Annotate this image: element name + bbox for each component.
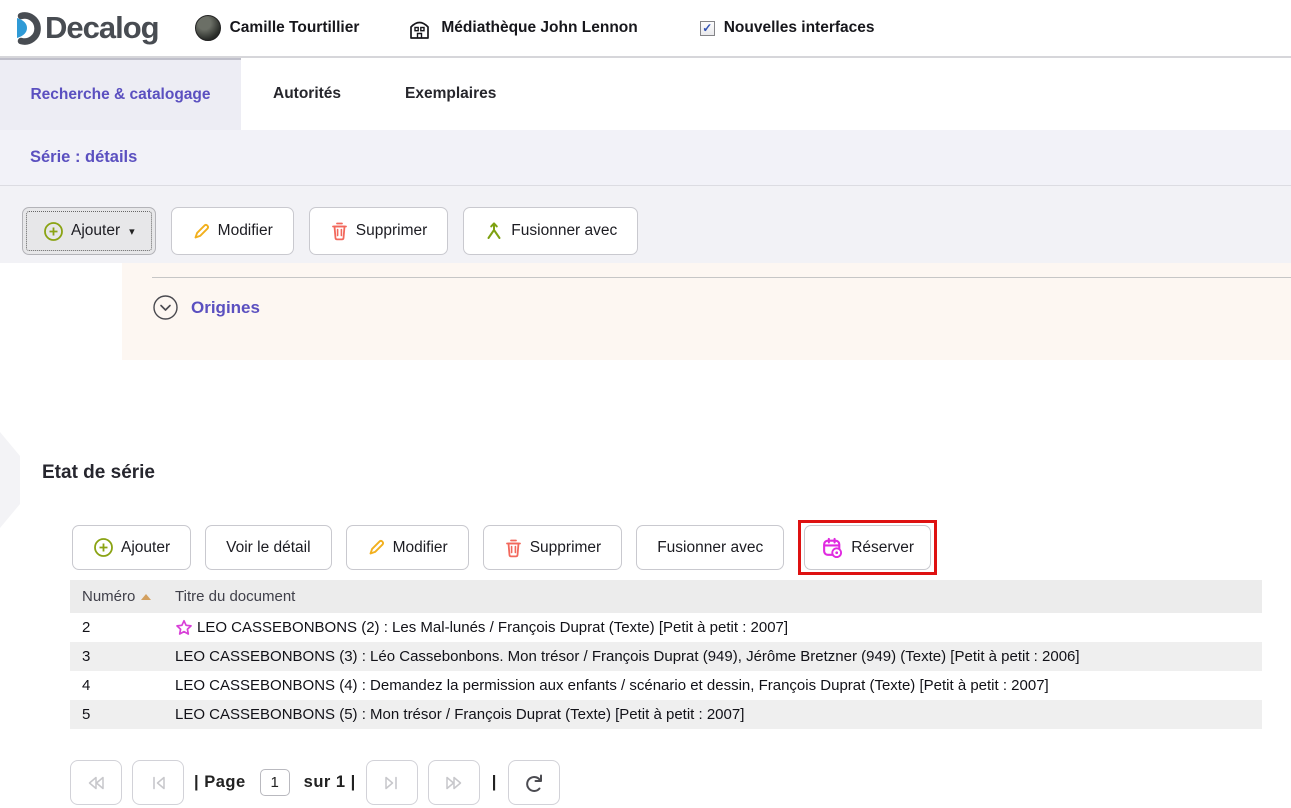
merge-icon — [484, 221, 504, 241]
library-building-icon — [407, 15, 432, 42]
row-titre: LEO CASSEBONBONS (3) : Léo Cassebonbons.… — [175, 648, 1080, 665]
main-tabbar: Recherche & catalogage Autorités Exempla… — [0, 58, 1291, 130]
current-user[interactable]: Camille Tourtillier — [195, 15, 360, 41]
chevron-down-icon: ▾ — [129, 225, 135, 238]
row-numero: 3 — [70, 648, 175, 665]
table-header-row: Numéro Titre du document — [70, 580, 1262, 613]
reserver-label: Réserver — [851, 539, 914, 557]
pagination-bar: | Page sur 1 | | — [70, 760, 1291, 805]
voir-le-detail-button[interactable]: Voir le détail — [205, 525, 331, 570]
page-title-bar: Série : détails — [0, 130, 1291, 186]
library-name: Médiathèque John Lennon — [441, 19, 637, 37]
numero-header-label: Numéro — [82, 588, 135, 605]
row-titre-text: LEO CASSEBONBONS (5) : Mon trésor / Fran… — [175, 706, 744, 723]
plus-circle-icon — [93, 537, 114, 558]
row-titre-text: LEO CASSEBONBONS (2) : Les Mal-lunés / F… — [197, 619, 788, 636]
trash-icon — [330, 221, 349, 241]
user-avatar — [195, 15, 221, 41]
page-label: | Page — [194, 773, 246, 792]
state-supprimer-button[interactable]: Supprimer — [483, 525, 623, 570]
ajouter-dropdown-button[interactable]: Ajouter ▾ — [22, 207, 156, 255]
current-library[interactable]: Médiathèque John Lennon — [407, 15, 637, 42]
last-page-button[interactable] — [428, 760, 480, 805]
next-page-button[interactable] — [366, 760, 418, 805]
arrow-left-bar-icon — [147, 772, 169, 794]
pencil-icon — [367, 538, 386, 557]
logo-text: Decalog — [45, 10, 159, 46]
row-titre: LEO CASSEBONBONS (5) : Mon trésor / Fran… — [175, 706, 744, 723]
row-numero: 2 — [70, 619, 175, 636]
plus-circle-icon — [43, 221, 64, 242]
row-titre: LEO CASSEBONBONS (2) : Les Mal-lunés / F… — [175, 619, 788, 637]
column-header-numero[interactable]: Numéro — [70, 588, 175, 605]
origines-title: Origines — [191, 298, 260, 318]
new-interfaces-checkbox[interactable]: ✓ — [700, 21, 715, 36]
chevron-down-circle-icon — [152, 294, 179, 321]
state-fusionner-button[interactable]: Fusionner avec — [636, 525, 784, 570]
double-arrow-left-icon — [84, 772, 108, 794]
double-arrow-right-icon — [442, 772, 466, 794]
serie-table: Numéro Titre du document 2LEO CASSEBONBO… — [70, 580, 1262, 729]
row-titre: LEO CASSEBONBONS (4) : Demandez la permi… — [175, 677, 1049, 694]
checkbox-check-icon: ✓ — [702, 21, 712, 35]
supprimer-button[interactable]: Supprimer — [309, 207, 449, 255]
state-modifier-label: Modifier — [393, 539, 448, 557]
previous-page-button[interactable] — [132, 760, 184, 805]
modifier-label: Modifier — [218, 222, 273, 240]
collapsed-panel-arrow — [0, 432, 20, 528]
table-row[interactable]: 3LEO CASSEBONBONS (3) : Léo Cassebonbons… — [70, 642, 1262, 671]
origines-separator — [152, 277, 1291, 278]
refresh-icon — [522, 771, 546, 795]
page-count-label: sur 1 | — [304, 773, 356, 792]
first-page-button[interactable] — [70, 760, 122, 805]
state-supprimer-label: Supprimer — [530, 539, 602, 557]
page-title: Série : détails — [30, 148, 137, 167]
detail-toolbar: Ajouter ▾ Modifier Supprimer Fusionner a… — [0, 186, 1291, 263]
decalog-logo-icon — [10, 9, 44, 47]
row-numero: 4 — [70, 677, 175, 694]
page-number-input[interactable] — [260, 769, 290, 796]
star-icon — [175, 619, 193, 637]
state-ajouter-button[interactable]: Ajouter — [72, 525, 191, 570]
reserver-button[interactable]: Réserver — [804, 525, 931, 570]
state-modifier-button[interactable]: Modifier — [346, 525, 469, 570]
tab-autorites[interactable]: Autorités — [241, 58, 373, 130]
voir-detail-label: Voir le détail — [226, 539, 310, 557]
modifier-button[interactable]: Modifier — [171, 207, 294, 255]
supprimer-label: Supprimer — [356, 222, 428, 240]
fusionner-label: Fusionner avec — [511, 222, 617, 240]
state-fusionner-label: Fusionner avec — [657, 539, 763, 557]
reserve-calendar-icon — [821, 536, 844, 559]
etat-de-serie-heading: Etat de série — [42, 462, 1291, 484]
row-titre-text: LEO CASSEBONBONS (4) : Demandez la permi… — [175, 677, 1049, 694]
state-ajouter-label: Ajouter — [121, 539, 170, 557]
table-body: 2 LEO CASSEBONBONS (2) : Les Mal-lunés / … — [70, 613, 1262, 729]
row-titre-text: LEO CASSEBONBONS (3) : Léo Cassebonbons.… — [175, 648, 1080, 665]
app-header: Decalog Camille Tourtillier Médiathèque … — [0, 0, 1291, 58]
new-interfaces-toggle[interactable]: ✓ Nouvelles interfaces — [700, 19, 875, 37]
origines-collapse-header[interactable]: Origines — [122, 264, 1291, 321]
tab-recherche-catalogage[interactable]: Recherche & catalogage — [0, 58, 241, 130]
sort-asc-icon — [141, 594, 151, 600]
table-row[interactable]: 2 LEO CASSEBONBONS (2) : Les Mal-lunés / … — [70, 613, 1262, 642]
tab-exemplaires[interactable]: Exemplaires — [373, 58, 528, 130]
trash-icon — [504, 538, 523, 558]
decalog-logo: Decalog — [10, 9, 159, 47]
fusionner-avec-button[interactable]: Fusionner avec — [463, 207, 638, 255]
user-name: Camille Tourtillier — [230, 19, 360, 37]
pager-separator: | — [492, 773, 497, 792]
etat-de-serie-toolbar: Ajouter Voir le détail Modifier Supprime… — [72, 520, 1291, 575]
table-row[interactable]: 4LEO CASSEBONBONS (4) : Demandez la perm… — [70, 671, 1262, 700]
pencil-icon — [192, 222, 211, 241]
arrow-right-bar-icon — [381, 772, 403, 794]
table-row[interactable]: 5LEO CASSEBONBONS (5) : Mon trésor / Fra… — [70, 700, 1262, 729]
reserver-annotation-box: Réserver — [798, 520, 937, 575]
column-header-titre[interactable]: Titre du document — [175, 588, 295, 605]
origines-panel: Origines — [122, 263, 1291, 360]
row-numero: 5 — [70, 706, 175, 723]
refresh-button[interactable] — [508, 760, 560, 805]
new-interfaces-label: Nouvelles interfaces — [724, 19, 875, 37]
ajouter-label: Ajouter — [71, 222, 120, 240]
app-window: Decalog Camille Tourtillier Médiathèque … — [0, 0, 1291, 808]
